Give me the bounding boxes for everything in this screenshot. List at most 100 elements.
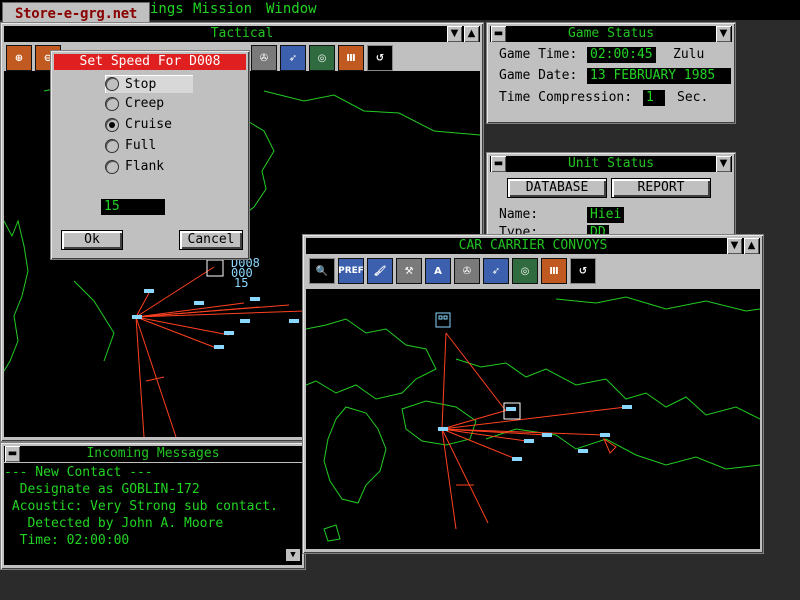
convoy-window: CAR CARRIER CONVOYS ▼ ▲ 🔍 PREF 🖌 ⚒ A ✇ ➶… [302, 234, 764, 554]
formation-icon[interactable]: A [425, 258, 451, 284]
maximize-icon[interactable]: ▲ [464, 26, 479, 42]
game-status-title: Game Status [567, 26, 655, 41]
radar-icon[interactable]: ◎ [512, 258, 538, 284]
cancel-button[interactable]: Cancel [179, 230, 243, 250]
radio-icon [105, 159, 119, 174]
convoy-toolbar: 🔍 PREF 🖌 ⚒ A ✇ ➶ ◎ Ⅲ ↺ [309, 258, 596, 284]
messages-title: Incoming Messages [86, 446, 220, 461]
menu-mission[interactable]: Mission [193, 1, 252, 17]
speed-option-label: Cruise [125, 117, 172, 132]
coastline-north [263, 90, 480, 136]
radio-icon [105, 117, 119, 132]
game-status-window: ▬ Game Status ▼ Game Time: 02:00:45 Zulu… [486, 22, 736, 124]
coastline-islet [323, 524, 341, 542]
coastline-kyushu [323, 406, 387, 504]
speed-option-full[interactable]: Full [105, 138, 156, 153]
tactical-toolbar-right: ✇ ➶ ◎ Ⅲ ↺ [251, 45, 393, 71]
coastline-west [4, 219, 29, 372]
messages-window: ▬ Incoming Messages --- New Contact --- … [0, 442, 306, 570]
game-time-value: 02:00:45 [587, 47, 656, 63]
ok-button[interactable]: Ok [61, 230, 123, 250]
message-line: Detected by John A. Moore [4, 516, 224, 531]
target-icon[interactable]: ✇ [251, 45, 277, 71]
message-line: Acoustic: Very Strong sub contact. [4, 499, 278, 514]
coastline-inner [73, 280, 115, 362]
speed-dialog: Set Speed For D008 Stop Creep Cruise Ful… [50, 50, 250, 260]
filter-icon[interactable]: ⚒ [396, 258, 422, 284]
time-zone: Zulu [673, 47, 705, 62]
convoy-map[interactable] [306, 289, 760, 549]
compression-unit: Sec. [677, 90, 709, 105]
convoy-map-svg [306, 296, 760, 542]
radio-icon [105, 77, 119, 91]
radio-icon [105, 96, 119, 111]
messages-log[interactable]: --- New Contact --- Designate as GOBLIN-… [4, 463, 302, 565]
compression-value[interactable]: 1 [643, 90, 665, 106]
scroll-down-icon[interactable]: ▼ [286, 549, 300, 561]
message-line: Designate as GOBLIN-172 [4, 482, 200, 497]
menu-settings[interactable]: ings [150, 1, 184, 17]
message-line: Time: 02:00:00 [4, 533, 130, 548]
speed-option-label: Stop [125, 76, 157, 92]
track-lines [135, 266, 305, 437]
ship-markers[interactable] [132, 289, 299, 349]
weapons-icon[interactable]: Ⅲ [338, 45, 364, 71]
system-menu-icon[interactable]: ▬ [491, 26, 506, 42]
menu-window[interactable]: Window [266, 1, 317, 17]
pref-button[interactable]: PREF [338, 258, 364, 284]
maximize-icon[interactable]: ▲ [744, 238, 759, 254]
minimize-icon[interactable]: ▼ [716, 26, 731, 42]
unit-label-speed: 15 [234, 276, 248, 290]
target-icon[interactable]: ✇ [454, 258, 480, 284]
coastline-south [485, 428, 760, 470]
coastline-honshu [455, 358, 760, 420]
speed-option-label: Creep [125, 96, 165, 111]
unit-name-label: Name: [499, 207, 539, 222]
weapons-icon[interactable]: Ⅲ [541, 258, 567, 284]
unit-name-value: Hiei [587, 207, 625, 223]
coastline [306, 318, 437, 400]
speed-option-creep[interactable]: Creep [105, 96, 164, 111]
speed-option-flank[interactable]: Flank [105, 159, 164, 174]
game-date-value: 13 FEBRUARY 1985 [587, 68, 731, 84]
track-lines [441, 332, 627, 530]
system-menu-icon[interactable]: ▬ [491, 156, 506, 172]
speed-value-input[interactable]: 15 [101, 199, 165, 215]
tactical-titlebar[interactable]: Tactical ▼ ▲ [4, 26, 480, 42]
game-date-label: Game Date: [499, 68, 578, 83]
system-menu-icon[interactable]: ▬ [5, 446, 20, 462]
base-icon[interactable] [435, 312, 451, 328]
unit-status-titlebar[interactable]: ▬ Unit Status ▼ [490, 156, 732, 172]
message-line: --- New Contact --- [4, 465, 153, 480]
messages-titlebar[interactable]: ▬ Incoming Messages [4, 446, 302, 462]
return-icon[interactable]: ↺ [367, 45, 393, 71]
unit-status-title: Unit Status [567, 156, 655, 171]
speed-option-label: Full [125, 138, 157, 153]
report-button[interactable]: REPORT [611, 178, 711, 198]
radio-icon [105, 138, 119, 153]
coastline-north [555, 296, 760, 312]
brush-icon[interactable]: 🖌 [367, 258, 393, 284]
missile-icon[interactable]: ➶ [483, 258, 509, 284]
speed-dialog-titlebar[interactable]: Set Speed For D008 [54, 54, 246, 70]
radar-icon[interactable]: ◎ [309, 45, 335, 71]
selected-unit-box[interactable] [206, 259, 224, 277]
return-icon[interactable]: ↺ [570, 258, 596, 284]
minimize-icon[interactable]: ▼ [447, 26, 462, 42]
speed-option-label: Flank [125, 159, 165, 174]
tactical-title: Tactical [210, 26, 274, 41]
zoom-in-icon[interactable]: ⊕ [6, 45, 32, 71]
speed-option-stop[interactable]: Stop [105, 75, 193, 93]
speed-option-cruise[interactable]: Cruise [105, 117, 172, 132]
minimize-icon[interactable]: ▼ [727, 238, 742, 254]
speed-dialog-title: Set Speed For D008 [79, 54, 221, 69]
convoy-title: CAR CARRIER CONVOYS [458, 238, 608, 253]
game-time-label: Game Time: [499, 47, 578, 62]
missile-icon[interactable]: ➶ [280, 45, 306, 71]
convoy-titlebar[interactable]: CAR CARRIER CONVOYS ▼ ▲ [306, 238, 760, 254]
minimize-icon[interactable]: ▼ [716, 156, 731, 172]
game-status-titlebar[interactable]: ▬ Game Status ▼ [490, 26, 732, 42]
compression-label: Time Compression: [499, 90, 633, 105]
database-button[interactable]: DATABASE [507, 178, 607, 198]
zoom-icon[interactable]: 🔍 [309, 258, 335, 284]
